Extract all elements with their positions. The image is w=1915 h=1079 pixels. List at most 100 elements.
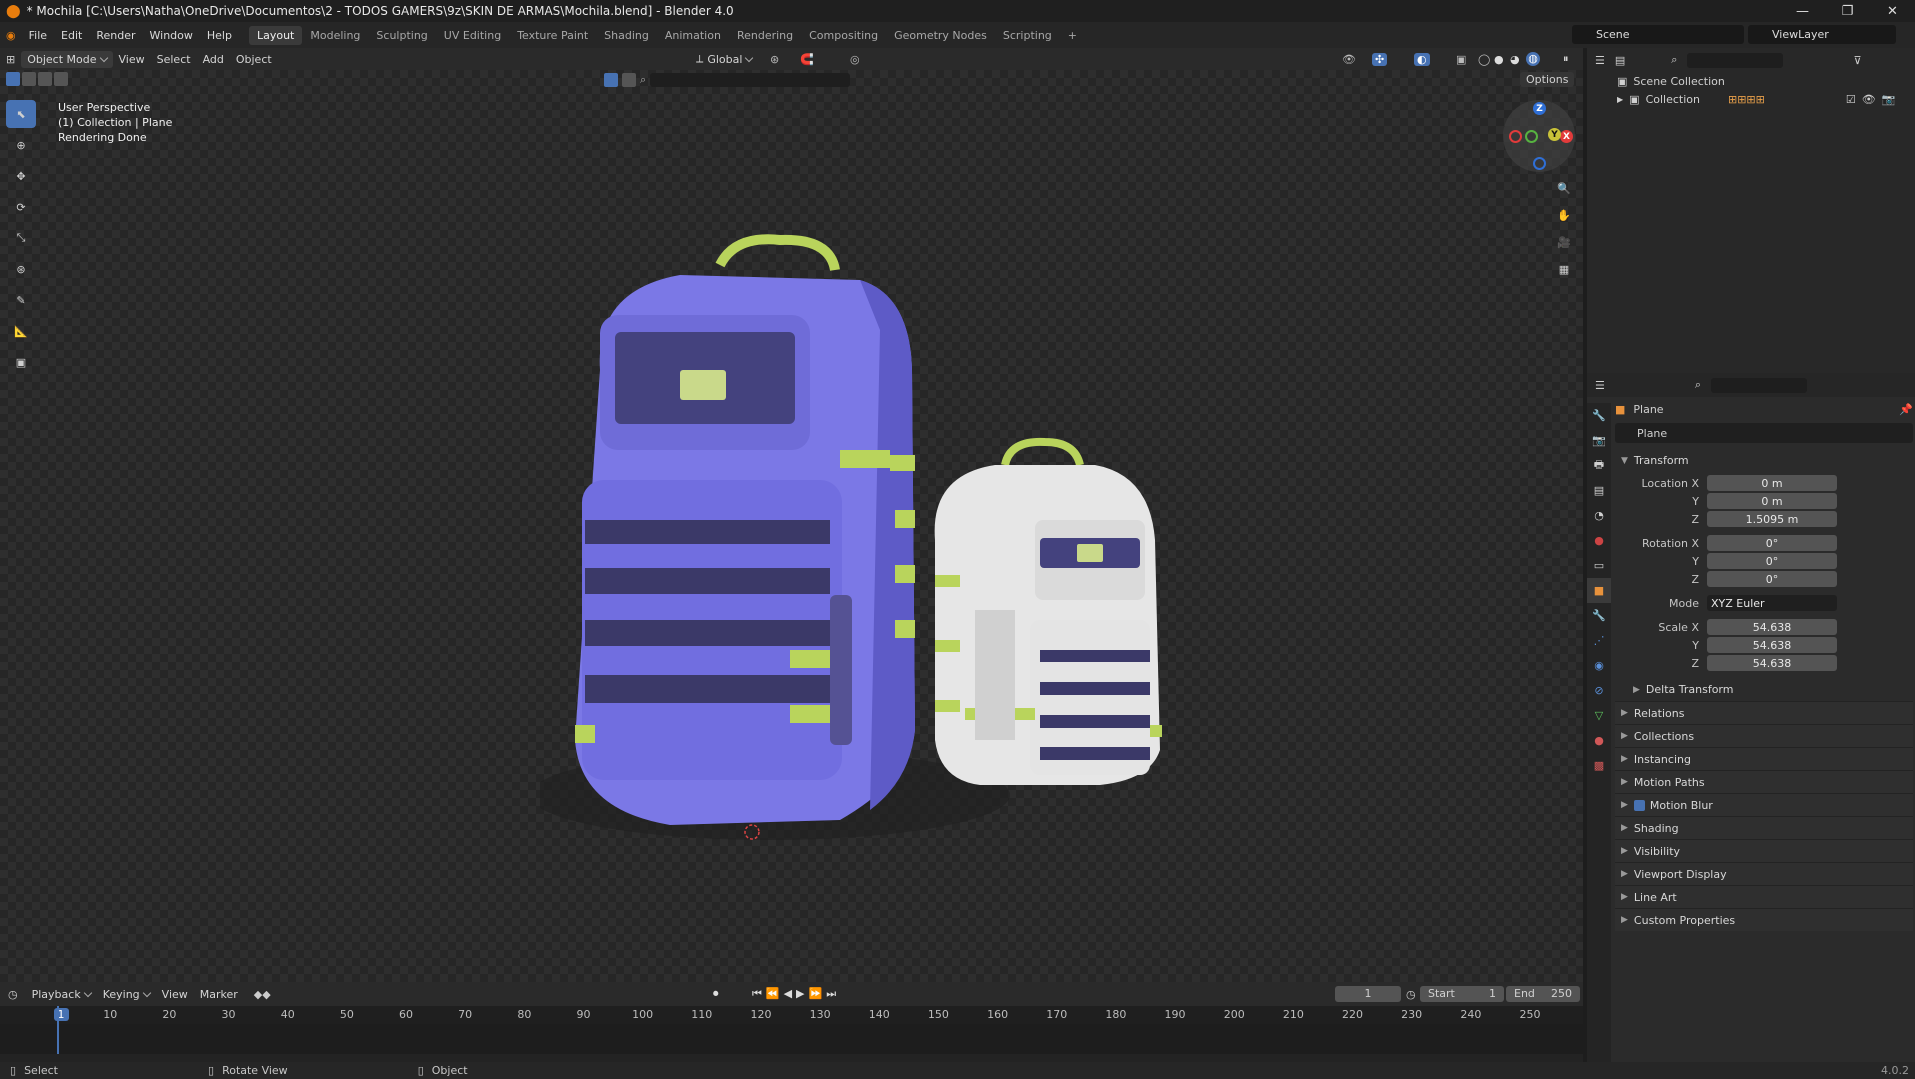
record-button[interactable]: ⏺ bbox=[713, 987, 719, 1001]
location-x-field[interactable]: 0 m bbox=[1707, 475, 1837, 491]
motion-paths-panel[interactable]: ▶ Motion Paths bbox=[1615, 770, 1913, 793]
select-box-tool[interactable]: ⬉ bbox=[6, 100, 36, 128]
select-new-icon[interactable] bbox=[6, 72, 20, 86]
outliner-search-input[interactable] bbox=[1687, 52, 1784, 68]
collections-panel[interactable]: ▶ Collections bbox=[1615, 724, 1913, 747]
pin-icon[interactable]: 📌 bbox=[1899, 403, 1913, 416]
rotation-y-field[interactable]: 0° bbox=[1707, 553, 1837, 569]
orientation-dropdown[interactable]: ⟂ Global bbox=[690, 50, 758, 68]
ortho-toggle-button[interactable]: ▦ bbox=[1551, 257, 1577, 281]
output-tab[interactable]: 🖶 bbox=[1587, 453, 1611, 478]
zoom-button[interactable]: 🔍 bbox=[1551, 176, 1577, 200]
particles-tab[interactable]: ⋰ bbox=[1587, 628, 1611, 653]
add-workspace-button[interactable]: + bbox=[1060, 26, 1085, 45]
mode-dropdown[interactable]: Object Mode bbox=[21, 50, 113, 68]
rendered-shading-icon[interactable]: ◍ bbox=[1526, 52, 1540, 66]
measure-tool[interactable]: 📐 bbox=[6, 317, 36, 345]
menu-window[interactable]: Window bbox=[143, 29, 200, 42]
blender-menu-icon[interactable]: ◉ bbox=[6, 29, 16, 42]
physics-tab[interactable]: ◉ bbox=[1587, 653, 1611, 678]
instancing-panel[interactable]: ▶ Instancing bbox=[1615, 747, 1913, 770]
close-button[interactable]: ✕ bbox=[1870, 0, 1915, 22]
camera-icon[interactable]: 📷 bbox=[1882, 93, 1896, 106]
object-tab[interactable]: ■ bbox=[1587, 578, 1611, 603]
x-axis-handle[interactable]: X bbox=[1560, 130, 1573, 143]
shading-filter-icon[interactable] bbox=[622, 73, 636, 87]
tab-animation[interactable]: Animation bbox=[657, 26, 729, 45]
display-mode-icon[interactable]: ▤ bbox=[1615, 54, 1625, 67]
transform-panel-header[interactable]: ▼ Transform bbox=[1615, 449, 1913, 472]
pan-button[interactable]: ✋ bbox=[1551, 203, 1577, 227]
frame-ruler[interactable]: 1 10 20 30 40 50 60 70 80 90 100 110 120 130 140 150 160… bbox=[0, 1006, 1583, 1024]
tab-sculpting[interactable]: Sculpting bbox=[368, 26, 435, 45]
tab-texture-paint[interactable]: Texture Paint bbox=[509, 26, 596, 45]
menu-file[interactable]: File bbox=[22, 29, 54, 42]
neg-y-axis-handle[interactable] bbox=[1525, 130, 1538, 143]
object-data-selector[interactable]: Plane bbox=[1615, 423, 1913, 443]
marker-menu[interactable]: Marker bbox=[194, 986, 244, 1003]
properties-editor-icon[interactable]: ☰ bbox=[1595, 379, 1605, 392]
location-y-field[interactable]: 0 m bbox=[1707, 493, 1837, 509]
custom-properties-panel[interactable]: ▶ Custom Properties bbox=[1615, 908, 1913, 931]
menu-help[interactable]: Help bbox=[200, 29, 239, 42]
keyframe-icon[interactable]: ◆◆ bbox=[254, 988, 271, 1001]
eye-icon[interactable]: 👁 bbox=[1862, 93, 1876, 106]
neg-x-axis-handle[interactable] bbox=[1509, 130, 1522, 143]
select-extend-icon[interactable] bbox=[22, 72, 36, 86]
line-art-panel[interactable]: ▶ Line Art bbox=[1615, 885, 1913, 908]
playback-menu[interactable]: Playback bbox=[26, 986, 97, 1003]
scale-z-field[interactable]: 54.638 bbox=[1707, 655, 1837, 671]
move-tool[interactable]: ✥ bbox=[6, 162, 36, 190]
motion-blur-checkbox[interactable] bbox=[1633, 799, 1645, 811]
relations-panel[interactable]: ▶ Relations bbox=[1615, 701, 1913, 724]
rotation-mode-dropdown[interactable]: XYZ Euler bbox=[1707, 595, 1837, 611]
material-shading-icon[interactable]: ◕ bbox=[1510, 53, 1520, 66]
collection-tab[interactable]: ▭ bbox=[1587, 553, 1611, 578]
tab-shading[interactable]: Shading bbox=[596, 26, 657, 45]
add-cube-tool[interactable]: ▣ bbox=[6, 348, 36, 376]
start-frame-field[interactable]: Start 1 bbox=[1420, 986, 1504, 1002]
scene-selector[interactable]: Scene bbox=[1572, 25, 1744, 44]
scene-tab[interactable]: ◔ bbox=[1587, 503, 1611, 528]
end-frame-field[interactable]: End 250 bbox=[1506, 986, 1580, 1002]
tab-uv-editing[interactable]: UV Editing bbox=[436, 26, 509, 45]
viewport-display-panel[interactable]: ▶ Viewport Display bbox=[1615, 862, 1913, 885]
options-dropdown[interactable]: Options bbox=[1520, 72, 1575, 87]
shading-panel[interactable]: ▶ Shading bbox=[1615, 816, 1913, 839]
outliner-row-scene-collection[interactable]: ▣ Scene Collection bbox=[1587, 72, 1915, 90]
proportional-edit-icon[interactable]: ◎ bbox=[850, 53, 860, 66]
scale-x-field[interactable]: 54.638 bbox=[1707, 619, 1837, 635]
overlay-toggle-icon[interactable]: ◐ bbox=[1414, 52, 1430, 66]
timeline-track-area[interactable] bbox=[0, 1006, 1583, 1054]
pause-render-icon[interactable]: ⏸ bbox=[1563, 52, 1569, 66]
checkbox-icon[interactable]: ☑ bbox=[1846, 93, 1856, 106]
filter-icon[interactable]: ⊽ bbox=[1853, 54, 1861, 67]
cursor-tool[interactable]: ⊕ bbox=[6, 131, 36, 159]
menu-edit[interactable]: Edit bbox=[54, 29, 89, 42]
menu-object[interactable]: Object bbox=[230, 51, 278, 68]
menu-view[interactable]: View bbox=[113, 51, 151, 68]
xray-icon[interactable]: ▣ bbox=[1456, 53, 1466, 66]
neg-z-axis-handle[interactable] bbox=[1533, 157, 1546, 170]
viewlayer-selector[interactable]: ViewLayer bbox=[1748, 25, 1896, 44]
snap-icon[interactable]: 🧲 bbox=[800, 53, 814, 66]
wireframe-shading-icon[interactable]: ◯ bbox=[1478, 53, 1490, 66]
tab-geometry-nodes[interactable]: Geometry Nodes bbox=[886, 26, 995, 45]
solid-shading-icon[interactable]: ● bbox=[1494, 53, 1504, 66]
transform-tool[interactable]: ⊛ bbox=[6, 255, 36, 283]
select-subtract-icon[interactable] bbox=[38, 72, 52, 86]
3d-viewport[interactable]: ⌕ Options bbox=[0, 70, 1583, 982]
viewport-search-input[interactable] bbox=[650, 73, 851, 87]
tab-scripting[interactable]: Scripting bbox=[995, 26, 1060, 45]
gizmo-toggle-icon[interactable]: ✣ bbox=[1372, 52, 1388, 66]
modifier-tab[interactable]: 🔧 bbox=[1587, 603, 1611, 628]
world-tab[interactable]: ● bbox=[1587, 528, 1611, 553]
y-axis-handle[interactable]: Y bbox=[1548, 128, 1561, 141]
menu-render[interactable]: Render bbox=[89, 29, 142, 42]
object-filter-icon[interactable] bbox=[604, 73, 618, 87]
select-intersect-icon[interactable] bbox=[54, 72, 68, 86]
properties-search-input[interactable] bbox=[1711, 377, 1808, 393]
motion-blur-panel[interactable]: ▶ Motion Blur bbox=[1615, 793, 1913, 816]
current-frame-field[interactable]: 1 bbox=[1335, 986, 1401, 1002]
render-tab[interactable]: 📷 bbox=[1587, 428, 1611, 453]
